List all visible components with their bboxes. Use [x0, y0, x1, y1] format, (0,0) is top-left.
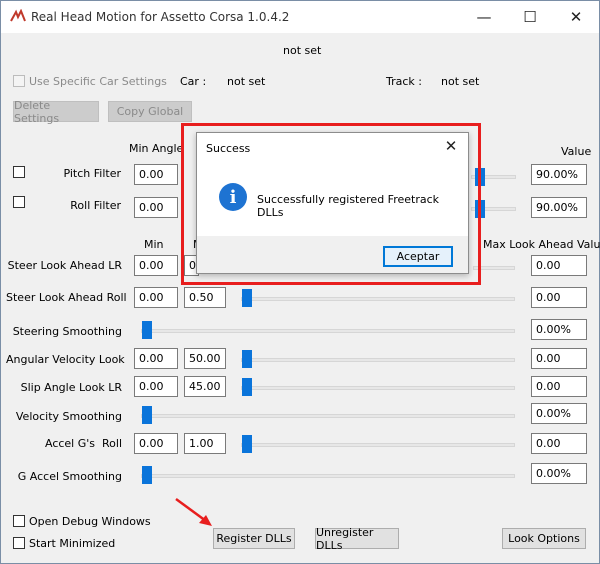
track-label: Track : [386, 75, 422, 88]
g-accel-smoothing-slider[interactable] [141, 474, 515, 478]
minimize-icon: — [476, 8, 492, 26]
accel-gs-roll-value-input[interactable]: 0.00 [531, 433, 587, 454]
accel-gs-roll-label: Accel G's Roll [44, 437, 122, 450]
steering-smoothing-value-input[interactable]: 0.00% [531, 319, 587, 340]
copy-global-button[interactable]: Copy Global [108, 101, 192, 122]
slip-angle-look-lr-value-input[interactable]: 0.00 [531, 376, 587, 397]
delete-settings-button[interactable]: Delete Settings [13, 99, 99, 125]
angular-velocity-look-label: Angular Velocity Look [6, 353, 125, 366]
minimize-button[interactable]: — [461, 1, 507, 33]
close-button[interactable]: ✕ [553, 1, 599, 33]
slip-angle-look-lr-max-input[interactable]: 45.00 [184, 376, 226, 397]
steering-smoothing-label: Steering Smoothing [12, 325, 122, 338]
steer-look-ahead-roll-slider[interactable] [241, 297, 515, 301]
track-value: not set [441, 75, 480, 88]
look-options-button[interactable]: Look Options [502, 528, 586, 549]
car-label: Car : [180, 75, 207, 88]
status-text: not set [283, 44, 322, 57]
steer-look-ahead-roll-min-input[interactable]: 0.00 [134, 287, 178, 308]
velocity-smoothing-slider[interactable] [141, 414, 515, 418]
pitch-filter-checkbox[interactable] [13, 166, 25, 178]
g-accel-smoothing-label: G Accel Smoothing [17, 470, 122, 483]
value-header: Value [561, 145, 592, 158]
open-debug-windows-checkbox[interactable] [13, 515, 25, 527]
steer-look-ahead-roll-value-input[interactable]: 0.00 [531, 287, 587, 308]
min-header: Min [144, 238, 164, 251]
steer-look-ahead-roll-label: Steer Look Ahead Roll [6, 291, 127, 304]
steer-look-ahead-lr-label: Steer Look Ahead LR [7, 259, 122, 272]
slip-angle-look-lr-slider-thumb[interactable] [242, 378, 252, 396]
angular-velocity-look-max-input[interactable]: 50.00 [184, 348, 226, 369]
steer-look-ahead-lr-min-input[interactable]: 0.00 [134, 255, 178, 276]
g-accel-smoothing-value-input[interactable]: 0.00% [531, 463, 587, 484]
pitch-filter-min-input[interactable]: 0.00 [134, 164, 178, 185]
roll-filter-min-input[interactable]: 0.00 [134, 197, 178, 218]
maximize-icon: ☐ [523, 8, 537, 26]
title-bar: Real Head Motion for Assetto Corsa 1.0.4… [1, 1, 599, 33]
pitch-filter-label: Pitch Filter [63, 167, 121, 180]
steer-look-ahead-lr-value-input[interactable]: 0.00 [531, 255, 587, 276]
angular-velocity-look-slider[interactable] [241, 358, 515, 362]
steering-smoothing-slider[interactable] [141, 329, 515, 333]
roll-filter-checkbox[interactable] [13, 196, 25, 208]
unregister-dlls-button[interactable]: Unregister DLLs [315, 526, 399, 552]
register-dlls-button[interactable]: Register DLLs [213, 528, 295, 549]
accel-gs-roll-min-input[interactable]: 0.00 [134, 433, 178, 454]
start-minimized-checkbox[interactable] [13, 537, 25, 549]
accel-gs-roll-max-input[interactable]: 1.00 [184, 433, 226, 454]
app-logo-icon [10, 9, 26, 22]
maximize-button[interactable]: ☐ [507, 1, 553, 33]
roll-filter-value-input[interactable]: 90.00% [531, 197, 587, 218]
velocity-smoothing-label: Velocity Smoothing [15, 410, 122, 423]
roll-filter-label: Roll Filter [70, 199, 121, 212]
slip-angle-look-lr-slider[interactable] [241, 386, 515, 390]
use-specific-car-checkbox[interactable] [13, 75, 25, 87]
velocity-smoothing-slider-thumb[interactable] [142, 406, 152, 424]
accel-gs-roll-slider[interactable] [241, 443, 515, 447]
annotation-highlight-box [181, 123, 481, 285]
slip-angle-look-lr-label: Slip Angle Look LR [20, 381, 122, 394]
max-look-ahead-header: Max Look Ahead Value [483, 238, 600, 251]
velocity-smoothing-value-input[interactable]: 0.00% [531, 403, 587, 424]
min-angle-header: Min Angle [129, 142, 184, 155]
angular-velocity-look-min-input[interactable]: 0.00 [134, 348, 178, 369]
steer-look-ahead-roll-max-input[interactable]: 0.50 [184, 287, 226, 308]
close-icon: ✕ [569, 8, 583, 26]
use-specific-car-label: Use Specific Car Settings [29, 75, 167, 88]
steering-smoothing-slider-thumb[interactable] [142, 321, 152, 339]
annotation-arrow-icon [175, 497, 212, 526]
start-minimized-label: Start Minimized [29, 537, 116, 550]
steer-look-ahead-roll-slider-thumb[interactable] [242, 289, 252, 307]
pitch-filter-value-input[interactable]: 90.00% [531, 164, 587, 185]
angular-velocity-look-slider-thumb[interactable] [242, 350, 252, 368]
g-accel-smoothing-slider-thumb[interactable] [142, 466, 152, 484]
slip-angle-look-lr-min-input[interactable]: 0.00 [134, 376, 178, 397]
open-debug-windows-label: Open Debug Windows [29, 515, 151, 528]
angular-velocity-look-value-input[interactable]: 0.00 [531, 348, 587, 369]
window-title: Real Head Motion for Assetto Corsa 1.0.4… [31, 10, 290, 24]
car-value: not set [227, 75, 266, 88]
accel-gs-roll-slider-thumb[interactable] [242, 435, 252, 453]
